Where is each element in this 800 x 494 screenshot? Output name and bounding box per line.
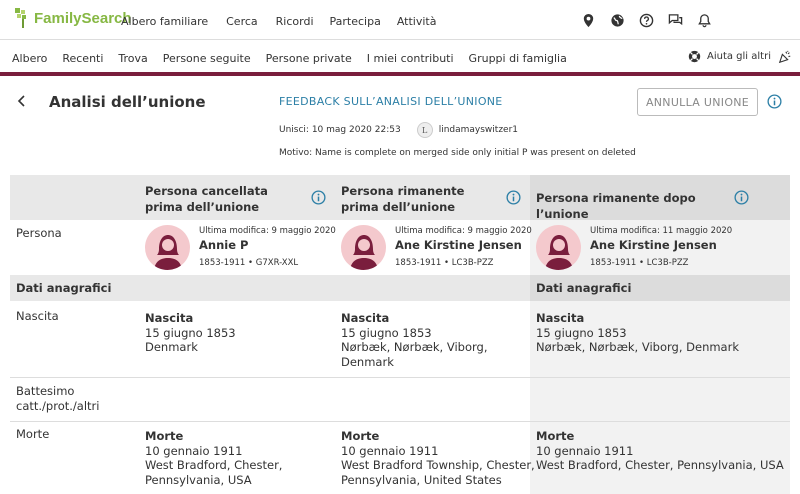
event-place: West Bradford, Chester,	[145, 458, 283, 472]
merge-date: Unisci: 10 mag 2020 22:53	[279, 125, 401, 135]
messages-icon[interactable]	[668, 13, 683, 28]
header-deleted-person: Persona cancellata prima dell’unione	[145, 184, 268, 214]
lifebuoy-icon	[688, 50, 701, 63]
death-event-deleted: Morte 10 gennaio 1911 West Bradford, Che…	[145, 429, 282, 487]
person-meta: 1853-1911 • G7XR-XXL	[199, 258, 299, 268]
event-place: Denmark	[145, 340, 198, 354]
nav-family-tree[interactable]: Albero familiare	[121, 15, 208, 28]
info-icon[interactable]	[311, 190, 326, 205]
event-date: 10 gennaio 1911	[536, 443, 634, 458]
row-divider	[10, 377, 790, 378]
subnav-recent[interactable]: Recenti	[62, 52, 103, 65]
help-icon[interactable]	[639, 13, 654, 28]
birth-event-deleted: Nascita 15 giugno 1853 Denmark	[145, 311, 236, 355]
familysearch-logo[interactable]: FamilySearch	[14, 7, 132, 29]
event-title: Morte	[145, 429, 184, 443]
person-card-deleted[interactable]: Ultima modifica: 9 maggio 2020 Annie P 1…	[145, 225, 336, 270]
birth-event-surviving-after: Nascita 15 giugno 1853 Nørbæk, Nørbæk, V…	[536, 311, 739, 355]
page-title: Analisi dell’unione	[49, 93, 206, 111]
person-meta: 1853-1911 • LC3B-PZZ	[590, 258, 689, 268]
subnav-family-groups[interactable]: Gruppi di famiglia	[469, 52, 567, 65]
header-surviving-before: Persona rimanente prima dell’unione	[341, 184, 465, 214]
event-title: Nascita	[145, 311, 194, 325]
event-date: 10 gennaio 1911	[145, 443, 243, 458]
baptism-line1: Battesimo	[16, 384, 75, 398]
person-name[interactable]: Annie P	[199, 238, 336, 252]
event-date: 15 giugno 1853	[536, 325, 627, 340]
subnav-tree[interactable]: Albero	[12, 52, 47, 65]
death-event-surviving-after: Morte 10 gennaio 1911 West Bradford, Che…	[536, 429, 784, 473]
nav-activities[interactable]: Attività	[397, 15, 437, 28]
event-date: 10 gennaio 1911	[341, 443, 439, 458]
section-title-vitals: Dati anagrafici	[16, 281, 112, 295]
event-place-line2: Pennsylvania, United States	[341, 472, 502, 487]
main-nav: Albero familiare Cerca Ricordi Partecipa…	[121, 15, 436, 28]
event-title: Morte	[536, 429, 575, 443]
help-others-label: Aiuta gli altri	[707, 51, 771, 62]
death-event-surviving-before: Morte 10 gennaio 1911 West Bradford Town…	[341, 429, 535, 487]
header-surviving-after: Persona rimanente dopo l’unione	[536, 191, 696, 221]
row-label-death: Morte	[16, 427, 50, 441]
globe-icon[interactable]	[610, 13, 625, 28]
location-icon[interactable]	[581, 13, 596, 28]
event-date: 15 giugno 1853	[341, 325, 432, 340]
event-title: Nascita	[536, 311, 585, 325]
subnav-private-people[interactable]: Persone private	[266, 52, 352, 65]
female-avatar-icon	[145, 225, 190, 270]
birth-event-surviving-before: Nascita 15 giugno 1853 Nørbæk, Nørbæk, V…	[341, 311, 488, 369]
event-date: 15 giugno 1853	[145, 325, 236, 340]
subnav-following[interactable]: Persone seguite	[163, 52, 251, 65]
info-icon[interactable]	[506, 190, 521, 205]
person-card-surviving-before[interactable]: Ultima modifica: 9 maggio 2020 Ane Kirst…	[341, 225, 532, 270]
merge-reason: Motivo: Name is complete on merged side …	[279, 148, 636, 158]
event-title: Morte	[341, 429, 380, 443]
baptism-line2: catt./prot./altri	[16, 399, 100, 413]
party-popper-icon[interactable]	[778, 50, 792, 67]
event-place-line2: Pennsylvania, USA	[145, 472, 252, 487]
event-place-line2: Denmark	[341, 354, 394, 369]
last-modified: Ultima modifica: 11 maggio 2020	[590, 226, 733, 236]
subnav-my-contributions[interactable]: I miei contributi	[367, 52, 454, 65]
event-place: West Bradford Township, Chester,	[341, 458, 535, 472]
event-place: Nørbæk, Nørbæk, Viborg, Denmark	[536, 340, 739, 354]
logo-text: FamilySearch	[34, 9, 132, 27]
top-navigation: FamilySearch Albero familiare Cerca Rico…	[0, 0, 800, 40]
row-label-person: Persona	[16, 226, 62, 240]
cancel-merge-button[interactable]: ANNULLA UNIONE	[637, 88, 758, 116]
row-label-birth: Nascita	[16, 309, 59, 323]
person-name[interactable]: Ane Kirstine Jensen	[590, 238, 732, 252]
female-avatar-icon	[341, 225, 386, 270]
top-icons	[581, 13, 712, 28]
bell-icon[interactable]	[697, 13, 712, 28]
section-title-vitals-result: Dati anagrafici	[536, 281, 632, 295]
row-divider	[10, 421, 790, 422]
merge-info: Unisci: 10 mag 2020 22:53 L lindamayswit…	[279, 122, 518, 138]
female-avatar-icon	[536, 225, 581, 270]
nav-search[interactable]: Cerca	[226, 15, 258, 28]
event-title: Nascita	[341, 311, 390, 325]
info-icon[interactable]	[767, 94, 782, 112]
user-name[interactable]: lindamayswitzer1	[439, 125, 518, 135]
event-place: West Bradford, Chester, Pennsylvania, US…	[536, 458, 784, 472]
person-meta: 1853-1911 • LC3B-PZZ	[395, 258, 494, 268]
user-avatar: L	[416, 122, 433, 138]
nav-get-involved[interactable]: Partecipa	[330, 15, 381, 28]
sub-navigation: Albero Recenti Trova Persone seguite Per…	[0, 40, 800, 76]
nav-memories[interactable]: Ricordi	[276, 15, 314, 28]
back-arrow-icon[interactable]	[17, 95, 27, 111]
subnav-find[interactable]: Trova	[118, 52, 147, 65]
person-name[interactable]: Ane Kirstine Jensen	[395, 238, 532, 252]
feedback-link[interactable]: FEEDBACK SULL’ANALISI DELL’UNIONE	[279, 95, 503, 108]
person-card-surviving-after[interactable]: Ultima modifica: 11 maggio 2020 Ane Kirs…	[536, 225, 732, 270]
tree-logo-icon	[15, 8, 26, 28]
info-icon[interactable]	[734, 190, 749, 205]
help-others-button[interactable]: Aiuta gli altri	[688, 50, 771, 63]
event-place: Nørbæk, Nørbæk, Viborg,	[341, 340, 488, 354]
last-modified: Ultima modifica: 9 maggio 2020	[395, 226, 532, 236]
row-label-baptism: Battesimo catt./prot./altri	[16, 384, 99, 414]
last-modified: Ultima modifica: 9 maggio 2020	[199, 226, 336, 236]
